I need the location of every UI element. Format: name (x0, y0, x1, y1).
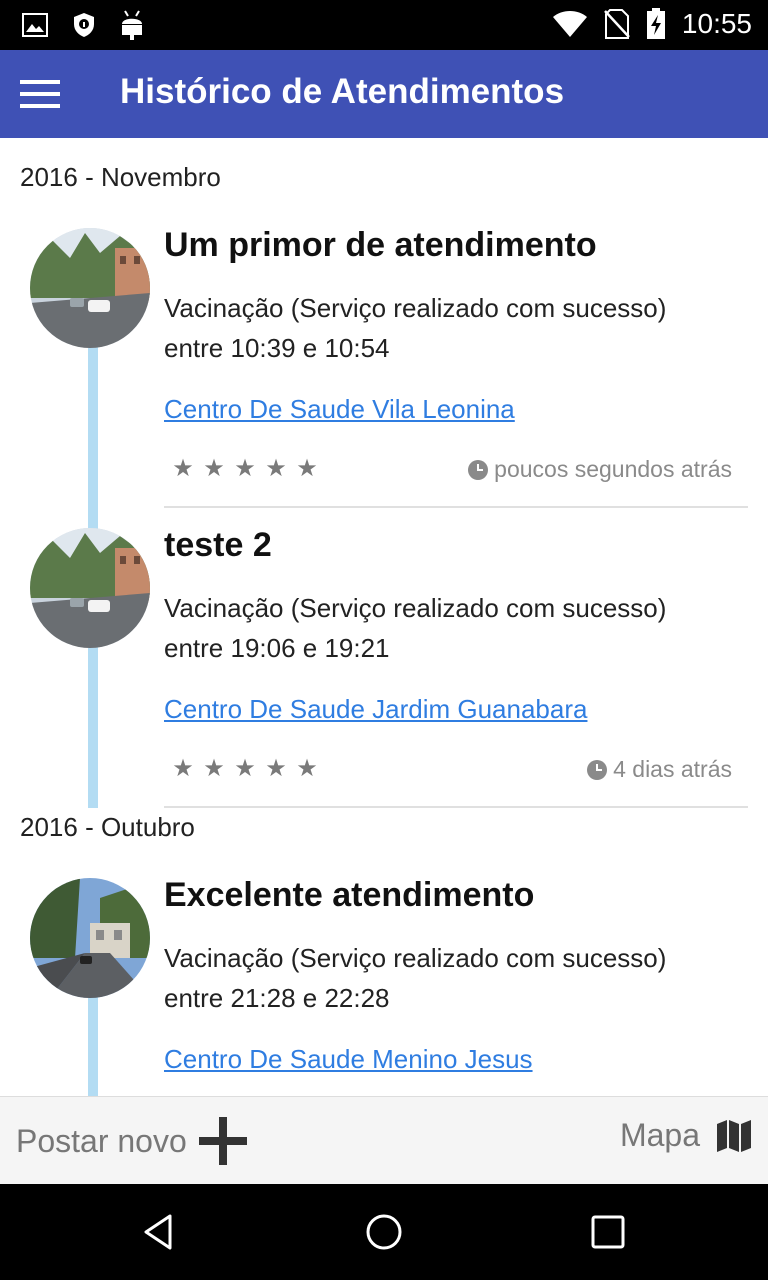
battery-charging-icon (646, 8, 665, 39)
no-sim-icon (604, 9, 630, 39)
place-photo[interactable] (30, 228, 150, 348)
rating-stars[interactable]: ★ ★ ★ ★ ★ (172, 454, 318, 482)
star-icon[interactable]: ★ (172, 454, 194, 482)
time-ago: 4 dias atrás (587, 756, 732, 783)
item-title: Um primor de atendimento (164, 226, 597, 264)
android-icon (122, 10, 142, 40)
star-icon[interactable]: ★ (296, 454, 318, 482)
plus-icon (198, 1117, 247, 1165)
history-list[interactable]: 2016 - Novembro Um primor de atendimento… (0, 138, 768, 1096)
star-icon[interactable]: ★ (203, 754, 225, 782)
item-time-range: entre 19:06 e 19:21 (164, 633, 390, 663)
month-header: 2016 - Novembro (20, 162, 221, 192)
place-link[interactable]: Centro De Saude Jardim Guanabara (164, 694, 587, 725)
post-new-label: Postar novo (16, 1122, 187, 1159)
hamburger-menu-icon[interactable] (20, 80, 60, 108)
item-time-range: entre 10:39 e 10:54 (164, 333, 390, 363)
map-button[interactable]: Mapa (620, 1117, 752, 1154)
time-ago-text: 4 dias atrás (613, 756, 732, 782)
item-title: teste 2 (164, 526, 272, 564)
divider (164, 506, 748, 508)
month-header: 2016 - Outubro (20, 812, 195, 842)
app-bar: Histórico de Atendimentos (0, 50, 768, 138)
clock-icon (468, 459, 489, 480)
system-nav-bar (0, 1184, 768, 1280)
home-icon[interactable] (364, 1212, 404, 1252)
post-new-button[interactable]: Postar novo (16, 1117, 247, 1165)
star-icon[interactable]: ★ (265, 454, 287, 482)
star-icon[interactable]: ★ (296, 754, 318, 782)
star-icon[interactable]: ★ (234, 754, 256, 782)
star-icon[interactable]: ★ (203, 454, 225, 482)
map-label: Mapa (619, 1117, 700, 1153)
map-icon (717, 1119, 751, 1152)
back-icon[interactable] (140, 1212, 180, 1252)
status-time: 10:55 (681, 8, 752, 39)
time-ago: poucos segundos atrás (468, 456, 732, 483)
divider (164, 806, 748, 808)
place-photo[interactable] (30, 528, 150, 648)
action-bar: Postar novo Mapa (0, 1096, 768, 1184)
image-icon (22, 13, 48, 37)
place-link[interactable]: Centro De Saude Menino Jesus (164, 1044, 533, 1075)
page-title: Histórico de Atendimentos (120, 72, 565, 111)
item-title: Excelente atendimento (164, 876, 535, 914)
star-icon[interactable]: ★ (265, 754, 287, 782)
time-ago-text: poucos segundos atrás (494, 456, 732, 482)
place-link[interactable]: Centro De Saude Vila Leonina (164, 394, 515, 425)
place-photo[interactable] (30, 878, 150, 998)
rating-stars[interactable]: ★ ★ ★ ★ ★ (172, 754, 318, 782)
wifi-icon (552, 11, 587, 37)
clock-icon (587, 759, 608, 780)
star-icon[interactable]: ★ (172, 754, 194, 782)
star-icon[interactable]: ★ (234, 454, 256, 482)
item-service: Vacinação (Serviço realizado com sucesso… (164, 293, 667, 323)
shield-icon (74, 13, 94, 37)
recents-icon[interactable] (588, 1212, 628, 1252)
item-service: Vacinação (Serviço realizado com sucesso… (164, 593, 667, 623)
item-time-range: entre 21:28 e 22:28 (164, 983, 390, 1013)
status-bar: 10:55 (0, 0, 768, 50)
item-service: Vacinação (Serviço realizado com sucesso… (164, 943, 667, 973)
